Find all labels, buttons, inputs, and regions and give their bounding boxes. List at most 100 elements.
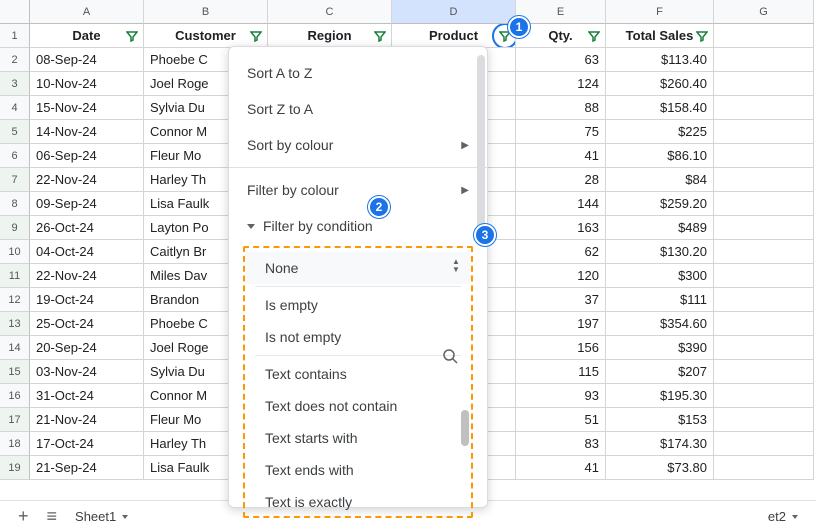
cell-sales[interactable]: $207 bbox=[606, 360, 714, 384]
cell-date[interactable]: 31-Oct-24 bbox=[30, 384, 144, 408]
cell-qty[interactable]: 41 bbox=[516, 456, 606, 480]
cell-date[interactable]: 22-Nov-24 bbox=[30, 168, 144, 192]
row-header[interactable]: 4 bbox=[0, 96, 30, 120]
header-sales[interactable]: Total Sales bbox=[606, 24, 714, 48]
cell-g[interactable] bbox=[714, 240, 814, 264]
cell-date[interactable]: 17-Oct-24 bbox=[30, 432, 144, 456]
cell-sales[interactable]: $489 bbox=[606, 216, 714, 240]
cell-qty[interactable]: 124 bbox=[516, 72, 606, 96]
cell-date[interactable]: 21-Nov-24 bbox=[30, 408, 144, 432]
filter-icon[interactable] bbox=[125, 29, 139, 43]
row-header[interactable]: 16 bbox=[0, 384, 30, 408]
col-header-c[interactable]: C bbox=[268, 0, 392, 24]
filter-icon[interactable] bbox=[249, 29, 263, 43]
cell-qty[interactable]: 37 bbox=[516, 288, 606, 312]
cell-qty[interactable]: 144 bbox=[516, 192, 606, 216]
cell-date[interactable]: 03-Nov-24 bbox=[30, 360, 144, 384]
cell-g[interactable] bbox=[714, 336, 814, 360]
search-icon[interactable] bbox=[439, 345, 461, 367]
condition-text-ends[interactable]: Text ends with bbox=[245, 454, 471, 486]
condition-scrollbar[interactable] bbox=[461, 410, 469, 510]
row-header[interactable]: 14 bbox=[0, 336, 30, 360]
add-sheet-button[interactable]: + bbox=[18, 506, 29, 527]
header-date[interactable]: Date bbox=[30, 24, 144, 48]
row-header[interactable]: 6 bbox=[0, 144, 30, 168]
cell-qty[interactable]: 41 bbox=[516, 144, 606, 168]
col-header-f[interactable]: F bbox=[606, 0, 714, 24]
cell-qty[interactable]: 197 bbox=[516, 312, 606, 336]
row-header[interactable]: 10 bbox=[0, 240, 30, 264]
cell-date[interactable]: 06-Sep-24 bbox=[30, 144, 144, 168]
cell-sales[interactable]: $153 bbox=[606, 408, 714, 432]
row-header[interactable]: 18 bbox=[0, 432, 30, 456]
col-header-b[interactable]: B bbox=[144, 0, 268, 24]
cell-g[interactable] bbox=[714, 192, 814, 216]
tab-menu-icon[interactable] bbox=[792, 515, 798, 519]
cell-sales[interactable]: $354.60 bbox=[606, 312, 714, 336]
row-header-1[interactable]: 1 bbox=[0, 24, 30, 48]
tab-menu-icon[interactable] bbox=[122, 515, 128, 519]
stepper-icon[interactable]: ▲▼ bbox=[447, 256, 465, 276]
cell-date[interactable]: 20-Sep-24 bbox=[30, 336, 144, 360]
cell-g[interactable] bbox=[714, 72, 814, 96]
sort-z-a[interactable]: Sort Z to A bbox=[229, 91, 487, 127]
condition-text-starts[interactable]: Text starts with bbox=[245, 422, 471, 454]
header-region[interactable]: Region bbox=[268, 24, 392, 48]
cell-date[interactable]: 04-Oct-24 bbox=[30, 240, 144, 264]
condition-is-empty[interactable]: Is empty bbox=[245, 289, 471, 321]
cell-qty[interactable]: 115 bbox=[516, 360, 606, 384]
cell-qty[interactable]: 62 bbox=[516, 240, 606, 264]
cell-qty[interactable]: 93 bbox=[516, 384, 606, 408]
cell-qty[interactable]: 51 bbox=[516, 408, 606, 432]
cell-g[interactable] bbox=[714, 216, 814, 240]
condition-text-not-contain[interactable]: Text does not contain bbox=[245, 390, 471, 422]
cell-g[interactable] bbox=[714, 264, 814, 288]
header-customer[interactable]: Customer bbox=[144, 24, 268, 48]
row-header[interactable]: 19 bbox=[0, 456, 30, 480]
sort-by-colour[interactable]: Sort by colour▶ bbox=[229, 127, 487, 163]
cell-qty[interactable]: 88 bbox=[516, 96, 606, 120]
cell-qty[interactable]: 83 bbox=[516, 432, 606, 456]
cell-qty[interactable]: 120 bbox=[516, 264, 606, 288]
cell-date[interactable]: 09-Sep-24 bbox=[30, 192, 144, 216]
row-header[interactable]: 11 bbox=[0, 264, 30, 288]
cell-date[interactable]: 15-Nov-24 bbox=[30, 96, 144, 120]
cell-g[interactable] bbox=[714, 96, 814, 120]
all-sheets-button[interactable]: ≡ bbox=[47, 506, 58, 527]
cell-g[interactable] bbox=[714, 408, 814, 432]
condition-text-contains[interactable]: Text contains bbox=[245, 358, 471, 390]
row-header[interactable]: 17 bbox=[0, 408, 30, 432]
condition-is-not-empty[interactable]: Is not empty bbox=[245, 321, 471, 353]
cell-sales[interactable]: $300 bbox=[606, 264, 714, 288]
row-header[interactable]: 9 bbox=[0, 216, 30, 240]
condition-text-exactly[interactable]: Text is exactly bbox=[245, 486, 471, 512]
cell-g[interactable] bbox=[714, 456, 814, 480]
cell-date[interactable]: 14-Nov-24 bbox=[30, 120, 144, 144]
cell-date[interactable]: 19-Oct-24 bbox=[30, 288, 144, 312]
row-header[interactable]: 13 bbox=[0, 312, 30, 336]
cell-date[interactable]: 21-Sep-24 bbox=[30, 456, 144, 480]
row-header[interactable]: 5 bbox=[0, 120, 30, 144]
row-header[interactable]: 8 bbox=[0, 192, 30, 216]
cell-g[interactable] bbox=[714, 120, 814, 144]
cell-qty[interactable]: 75 bbox=[516, 120, 606, 144]
cell-sales[interactable]: $73.80 bbox=[606, 456, 714, 480]
cell-date[interactable]: 26-Oct-24 bbox=[30, 216, 144, 240]
row-header[interactable]: 15 bbox=[0, 360, 30, 384]
cell-qty[interactable]: 156 bbox=[516, 336, 606, 360]
cell-qty[interactable]: 63 bbox=[516, 48, 606, 72]
filter-icon[interactable] bbox=[373, 29, 387, 43]
filter-icon[interactable] bbox=[587, 29, 601, 43]
select-all-corner[interactable] bbox=[0, 0, 30, 24]
sheet-tab-1[interactable]: Sheet1 bbox=[75, 509, 128, 524]
sheet-tab-2[interactable]: et2 bbox=[768, 509, 798, 524]
cell-g1[interactable] bbox=[714, 24, 814, 48]
col-header-d[interactable]: D bbox=[392, 0, 516, 24]
col-header-e[interactable]: E bbox=[516, 0, 606, 24]
cell-g[interactable] bbox=[714, 144, 814, 168]
col-header-a[interactable]: A bbox=[30, 0, 144, 24]
filter-icon[interactable] bbox=[695, 29, 709, 43]
cell-sales[interactable]: $158.40 bbox=[606, 96, 714, 120]
cell-sales[interactable]: $113.40 bbox=[606, 48, 714, 72]
cell-g[interactable] bbox=[714, 48, 814, 72]
